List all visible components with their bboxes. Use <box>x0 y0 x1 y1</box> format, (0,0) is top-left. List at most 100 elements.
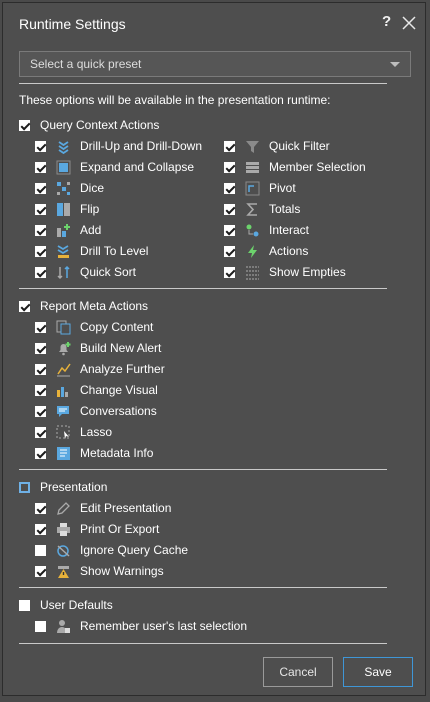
option-label: Show Empties <box>269 265 346 279</box>
drill-to-level-icon <box>56 244 71 259</box>
option-label: Query Context Actions <box>40 118 160 132</box>
quick-preset-dropdown[interactable]: Select a quick preset <box>19 51 411 77</box>
checkbox[interactable] <box>35 447 46 459</box>
option-label: Copy Content <box>80 320 154 334</box>
title-bar: Runtime Settings ? <box>3 3 425 43</box>
checkbox[interactable] <box>224 245 235 257</box>
option-print-or-export[interactable]: Print Or Export <box>35 520 159 538</box>
option-edit-presentation[interactable]: Edit Presentation <box>35 499 171 517</box>
checkbox[interactable] <box>35 182 46 194</box>
checkbox[interactable] <box>35 342 46 354</box>
checkbox[interactable] <box>224 224 235 236</box>
checkbox[interactable] <box>19 119 30 131</box>
group-query-context-actions[interactable]: Query Context Actions <box>19 116 159 134</box>
member-selection-icon <box>245 160 260 175</box>
option-expand-and-collapse[interactable]: Expand and Collapse <box>35 158 194 176</box>
checkbox[interactable] <box>35 266 46 278</box>
option-dice[interactable]: Dice <box>35 179 104 197</box>
checkbox[interactable] <box>35 245 46 257</box>
checkbox[interactable] <box>19 481 30 493</box>
option-show-warnings[interactable]: Show Warnings <box>35 562 164 580</box>
checkbox[interactable] <box>35 544 46 556</box>
checkbox[interactable] <box>224 203 235 215</box>
sigma-icon <box>245 202 260 217</box>
cancel-button[interactable]: Cancel <box>263 657 333 687</box>
interact-icon <box>245 223 260 238</box>
option-drill-up-and-drill-down[interactable]: Drill-Up and Drill-Down <box>35 137 202 155</box>
flip-icon <box>56 202 71 217</box>
option-change-visual[interactable]: Change Visual <box>35 381 158 399</box>
option-add[interactable]: Add <box>35 221 101 239</box>
option-show-empties[interactable]: Show Empties <box>224 263 346 281</box>
chevron-down-icon <box>390 62 400 67</box>
close-icon[interactable] <box>401 15 417 31</box>
ignore-cache-icon <box>56 543 71 558</box>
option-ignore-query-cache[interactable]: Ignore Query Cache <box>35 541 188 559</box>
checkbox[interactable] <box>19 599 30 611</box>
checkbox[interactable] <box>35 620 46 632</box>
group-user-defaults[interactable]: User Defaults <box>19 596 113 614</box>
option-flip[interactable]: Flip <box>35 200 99 218</box>
divider <box>19 587 387 588</box>
option-label: Drill To Level <box>80 244 149 258</box>
checkbox[interactable] <box>224 140 235 152</box>
checkbox[interactable] <box>35 502 46 514</box>
filter-icon <box>245 139 260 154</box>
checkbox[interactable] <box>35 426 46 438</box>
option-totals[interactable]: Totals <box>224 200 300 218</box>
lasso-icon <box>56 425 71 440</box>
copy-icon <box>56 320 71 335</box>
option-quick-sort[interactable]: Quick Sort <box>35 263 136 281</box>
dice-icon <box>56 181 71 196</box>
checkbox[interactable] <box>35 363 46 375</box>
checkbox[interactable] <box>35 321 46 333</box>
option-conversations[interactable]: Conversations <box>35 402 157 420</box>
save-button[interactable]: Save <box>343 657 413 687</box>
option-label: Dice <box>80 181 105 195</box>
option-label: Member Selection <box>269 160 366 174</box>
option-lasso[interactable]: Lasso <box>35 423 112 441</box>
option-label: Ignore Query Cache <box>80 543 189 557</box>
conversation-icon <box>56 404 71 419</box>
checkbox[interactable] <box>224 266 235 278</box>
option-label: Metadata Info <box>80 446 154 460</box>
checkbox[interactable] <box>35 523 46 535</box>
option-build-new-alert[interactable]: Build New Alert <box>35 339 161 357</box>
option-label: Quick Sort <box>80 265 137 279</box>
checkbox[interactable] <box>35 161 46 173</box>
checkbox[interactable] <box>35 203 46 215</box>
option-quick-filter[interactable]: Quick Filter <box>224 137 330 155</box>
option-interact[interactable]: Interact <box>224 221 309 239</box>
option-actions[interactable]: Actions <box>224 242 308 260</box>
group-report-meta-actions[interactable]: Report Meta Actions <box>19 297 148 315</box>
option-pivot[interactable]: Pivot <box>224 179 296 197</box>
divider <box>19 288 387 289</box>
divider <box>19 83 387 84</box>
checkbox[interactable] <box>35 140 46 152</box>
option-label: Presentation <box>40 480 108 494</box>
checkbox[interactable] <box>19 300 30 312</box>
checkbox[interactable] <box>35 405 46 417</box>
option-member-selection[interactable]: Member Selection <box>224 158 366 176</box>
printer-icon <box>56 522 71 537</box>
pivot-icon <box>245 181 260 196</box>
option-label: Show Warnings <box>80 564 164 578</box>
option-label: Edit Presentation <box>80 501 172 515</box>
group-presentation[interactable]: Presentation <box>19 478 107 496</box>
option-copy-content[interactable]: Copy Content <box>35 318 153 336</box>
option-metadata-info[interactable]: Metadata Info <box>35 444 153 462</box>
checkbox[interactable] <box>35 565 46 577</box>
checkbox[interactable] <box>35 384 46 396</box>
option-analyze-further[interactable]: Analyze Further <box>35 360 165 378</box>
add-icon <box>56 223 71 238</box>
checkbox[interactable] <box>224 182 235 194</box>
checkbox[interactable] <box>35 224 46 236</box>
option-remember-user-s-last-selection[interactable]: Remember user's last selection <box>35 617 247 635</box>
help-icon[interactable]: ? <box>382 13 391 30</box>
option-label: Interact <box>269 223 310 237</box>
checkbox[interactable] <box>224 161 235 173</box>
option-label: Expand and Collapse <box>80 160 195 174</box>
option-drill-to-level[interactable]: Drill To Level <box>35 242 148 260</box>
option-label: Lasso <box>80 425 113 439</box>
quick-sort-icon <box>56 265 71 280</box>
